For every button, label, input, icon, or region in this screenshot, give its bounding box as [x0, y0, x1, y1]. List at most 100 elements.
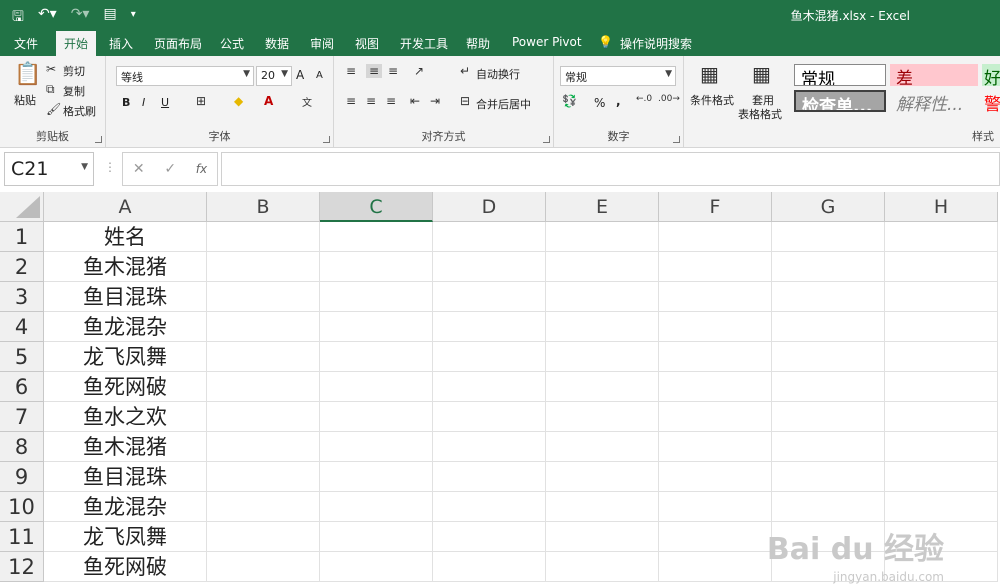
- cell[interactable]: [659, 552, 772, 582]
- cell-a[interactable]: 鱼龙混杂: [44, 492, 207, 522]
- column-header-c[interactable]: C: [320, 192, 433, 222]
- cell-a[interactable]: 鱼目混珠: [44, 462, 207, 492]
- cell[interactable]: [772, 252, 885, 282]
- cell[interactable]: [659, 252, 772, 282]
- cell-a[interactable]: 鱼木混猪: [44, 252, 207, 282]
- cell[interactable]: [546, 252, 659, 282]
- column-header-h[interactable]: H: [885, 192, 998, 222]
- cell[interactable]: [772, 342, 885, 372]
- style-explanatory[interactable]: 解释性...: [890, 90, 978, 112]
- cell[interactable]: [772, 312, 885, 342]
- cell-a[interactable]: 鱼木混猪: [44, 432, 207, 462]
- cell-a[interactable]: 鱼死网破: [44, 552, 207, 582]
- cell[interactable]: [207, 432, 320, 462]
- column-header-d[interactable]: D: [433, 192, 546, 222]
- tab-data[interactable]: 数据: [265, 35, 289, 52]
- cell[interactable]: [433, 492, 546, 522]
- undo-icon[interactable]: ↶▾: [38, 6, 57, 30]
- cell-a[interactable]: 鱼目混珠: [44, 282, 207, 312]
- align-bottom-icon[interactable]: ≡: [388, 64, 398, 78]
- row-header[interactable]: 2: [0, 252, 44, 282]
- phonetic-icon[interactable]: 文: [302, 94, 312, 109]
- decrease-decimal-icon[interactable]: .00→: [658, 94, 680, 104]
- cell[interactable]: [207, 522, 320, 552]
- cell[interactable]: [546, 492, 659, 522]
- cell-a[interactable]: 龙飞凤舞: [44, 522, 207, 552]
- cell[interactable]: [433, 372, 546, 402]
- cell[interactable]: [433, 252, 546, 282]
- align-left-icon[interactable]: ≡: [346, 94, 356, 108]
- font-size-select[interactable]: 20 ▼: [256, 66, 292, 86]
- align-center-icon[interactable]: ≡: [366, 94, 376, 108]
- cell[interactable]: [546, 372, 659, 402]
- cut-icon[interactable]: ✂: [46, 62, 56, 76]
- tell-me-search[interactable]: 操作说明搜索: [620, 35, 692, 52]
- cell[interactable]: [546, 402, 659, 432]
- cell[interactable]: [433, 552, 546, 582]
- cell[interactable]: [320, 402, 433, 432]
- fill-color-icon[interactable]: ◆: [234, 94, 243, 108]
- cell[interactable]: [207, 372, 320, 402]
- merge-center-icon[interactable]: ⊟: [460, 94, 470, 108]
- column-header-g[interactable]: G: [772, 192, 885, 222]
- column-header-f[interactable]: F: [659, 192, 772, 222]
- column-header-a[interactable]: A: [44, 192, 207, 222]
- cell[interactable]: [433, 462, 546, 492]
- tab-formulas[interactable]: 公式: [220, 35, 244, 52]
- cell-a[interactable]: 龙飞凤舞: [44, 342, 207, 372]
- cell[interactable]: [546, 552, 659, 582]
- cut-button[interactable]: 剪切: [63, 63, 85, 79]
- cell[interactable]: [433, 342, 546, 372]
- cell[interactable]: [207, 462, 320, 492]
- tab-view[interactable]: 视图: [355, 35, 379, 52]
- cell[interactable]: [433, 312, 546, 342]
- paste-icon[interactable]: 📋: [14, 62, 41, 87]
- row-header[interactable]: 9: [0, 462, 44, 492]
- align-top-icon[interactable]: ≡: [346, 64, 356, 78]
- save-icon[interactable]: 🖫: [12, 6, 24, 30]
- align-right-icon[interactable]: ≡: [386, 94, 396, 108]
- row-header[interactable]: 4: [0, 312, 44, 342]
- row-header[interactable]: 10: [0, 492, 44, 522]
- cell[interactable]: [207, 252, 320, 282]
- number-format-select[interactable]: 常规 ▼: [560, 66, 676, 86]
- cell[interactable]: [320, 342, 433, 372]
- cell[interactable]: [546, 432, 659, 462]
- cancel-icon[interactable]: ✕: [133, 161, 145, 177]
- copy-button[interactable]: 复制: [63, 83, 85, 99]
- grow-font-button[interactable]: A: [296, 68, 304, 82]
- tab-home[interactable]: 开始: [56, 31, 97, 56]
- cell[interactable]: [546, 342, 659, 372]
- row-header[interactable]: 5: [0, 342, 44, 372]
- underline-button[interactable]: U: [161, 96, 169, 109]
- tab-power-pivot[interactable]: Power Pivot: [512, 35, 582, 49]
- cell-a[interactable]: 鱼死网破: [44, 372, 207, 402]
- cell[interactable]: [659, 342, 772, 372]
- cell[interactable]: [207, 282, 320, 312]
- cell[interactable]: [885, 492, 998, 522]
- cell[interactable]: [659, 492, 772, 522]
- cell[interactable]: [885, 282, 998, 312]
- cell[interactable]: [207, 492, 320, 522]
- column-header-b[interactable]: B: [207, 192, 320, 222]
- bold-button[interactable]: B: [122, 96, 130, 109]
- tab-insert[interactable]: 插入: [109, 35, 133, 52]
- cell[interactable]: [433, 222, 546, 252]
- cell[interactable]: [772, 402, 885, 432]
- cell[interactable]: [433, 432, 546, 462]
- cell[interactable]: [885, 462, 998, 492]
- decrease-indent-icon[interactable]: ⇤: [410, 94, 420, 108]
- insert-function-button[interactable]: fx: [196, 162, 207, 176]
- cell[interactable]: [433, 282, 546, 312]
- cell[interactable]: [659, 312, 772, 342]
- row-header[interactable]: 11: [0, 522, 44, 552]
- merge-center-button[interactable]: 合并后居中: [476, 96, 531, 112]
- conditional-format-icon[interactable]: ▦: [700, 62, 719, 86]
- cell[interactable]: [659, 222, 772, 252]
- copy-icon[interactable]: ⧉: [46, 82, 55, 97]
- table-format-icon[interactable]: ▦: [752, 62, 771, 86]
- cell[interactable]: [659, 402, 772, 432]
- style-bad[interactable]: 差: [890, 64, 978, 86]
- cell[interactable]: [207, 342, 320, 372]
- increase-decimal-icon[interactable]: ←.0: [636, 94, 652, 104]
